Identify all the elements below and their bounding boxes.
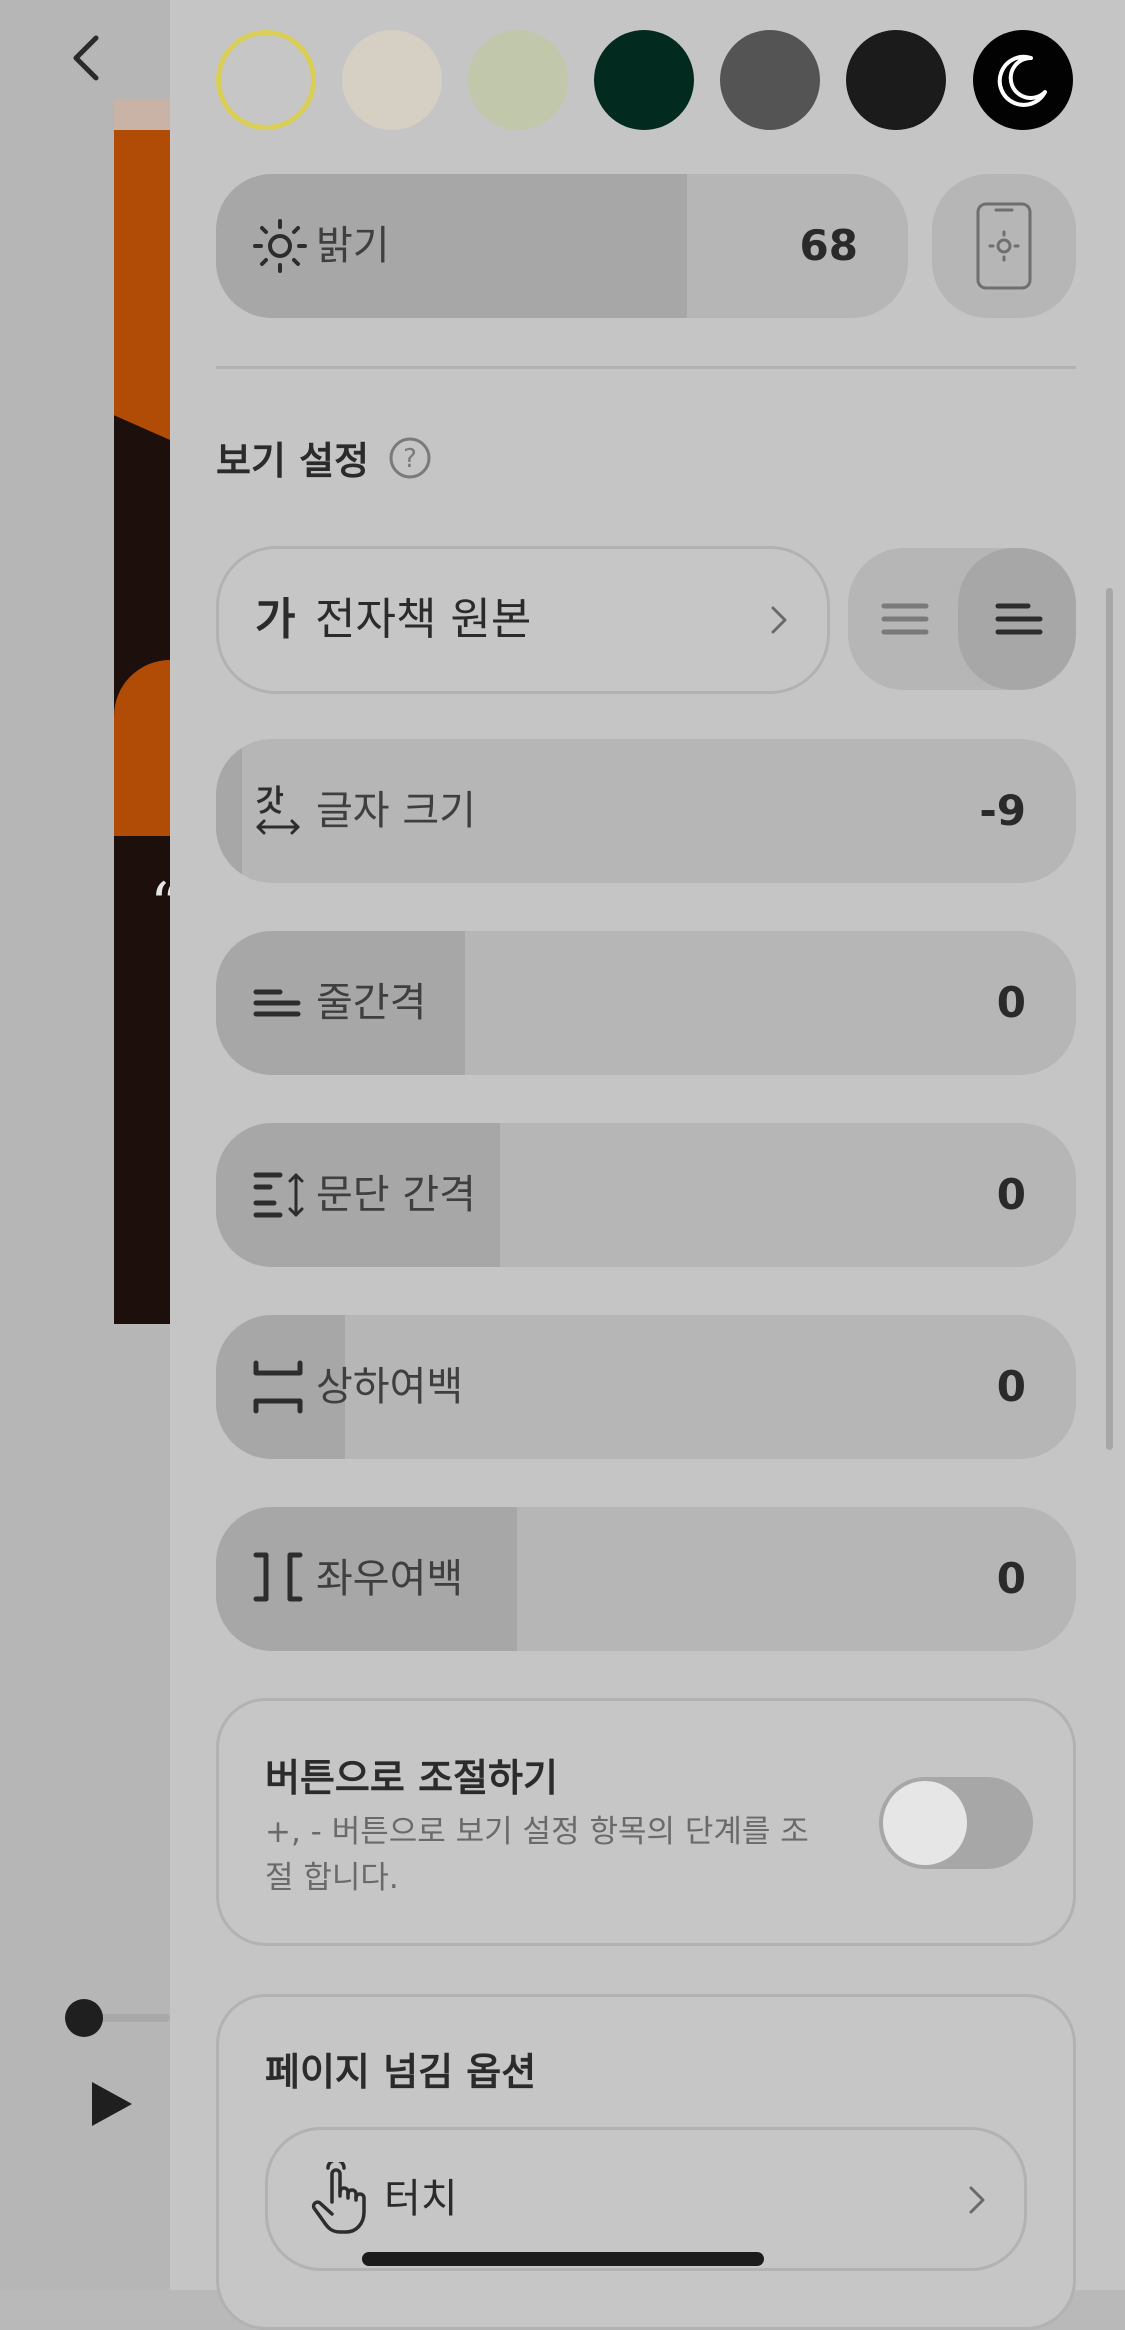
- play-icon[interactable]: [88, 2078, 136, 2130]
- switch-thumb: [883, 1781, 967, 1865]
- phone-brightness-icon: [976, 202, 1032, 290]
- font-size-label: 글자 크기: [316, 788, 476, 834]
- quote-mark: “: [150, 870, 170, 940]
- align-left-icon: [995, 603, 1043, 635]
- line-spacing-icon: [253, 989, 301, 1017]
- chevron-right-icon: [969, 2186, 985, 2214]
- font-size-slider[interactable]: 갓 글자 크기 -9: [216, 739, 1076, 883]
- horizontal-margin-slider[interactable]: 좌우여백 0: [216, 1507, 1076, 1651]
- button-control-switch[interactable]: [879, 1777, 1033, 1869]
- reading-progress-knob[interactable]: [65, 1999, 103, 2037]
- line-spacing-label: 줄간격: [316, 980, 427, 1026]
- brightness-label: 밝기: [316, 223, 390, 269]
- vertical-margin-slider[interactable]: 상하여백 0: [216, 1315, 1076, 1459]
- paragraph-spacing-value: 0: [996, 1170, 1026, 1219]
- align-left-option[interactable]: [958, 548, 1076, 690]
- page-turn-card: 페이지 넘김 옵션 터치: [216, 1994, 1076, 2330]
- book-cover-art-lower: [114, 660, 170, 836]
- vertical-margin-value: 0: [996, 1362, 1026, 1411]
- justify-option[interactable]: [848, 548, 962, 690]
- system-brightness-button[interactable]: [932, 174, 1076, 318]
- chevron-left-icon[interactable]: [60, 30, 116, 86]
- vertical-margin-icon: [253, 1360, 303, 1414]
- brightness-slider[interactable]: 밝기 68: [216, 174, 908, 318]
- justify-icon: [881, 603, 929, 635]
- theme-swatch-night[interactable]: [973, 30, 1073, 130]
- line-spacing-value: 0: [996, 978, 1026, 1027]
- theme-swatch-cream[interactable]: [342, 30, 442, 130]
- horizontal-margin-icon: [253, 1552, 303, 1602]
- sun-icon: [253, 219, 307, 273]
- page-turn-title: 페이지 넘김 옵션: [265, 2050, 537, 2094]
- button-control-card: 버튼으로 조절하기 +, - 버튼으로 보기 설정 항목의 단계를 조절 합니다…: [216, 1698, 1076, 1946]
- font-size-value: -9: [979, 786, 1026, 835]
- text-align-toggle: [848, 548, 1076, 690]
- page-turn-touch-option[interactable]: 터치: [265, 2127, 1027, 2271]
- reader-background: “: [0, 0, 170, 2290]
- theme-swatch-charcoal[interactable]: [846, 30, 946, 130]
- font-size-fill: [216, 739, 242, 883]
- section-divider: [216, 366, 1076, 369]
- button-control-description: +, - 버튼으로 보기 설정 항목의 단계를 조절 합니다.: [265, 1814, 809, 1896]
- paragraph-spacing-slider[interactable]: 문단 간격 0: [216, 1123, 1076, 1267]
- font-name: 전자책 원본: [315, 594, 532, 645]
- theme-swatch-white[interactable]: [216, 30, 316, 130]
- question-circle-icon[interactable]: ?: [388, 436, 432, 480]
- page-turn-option-label: 터치: [384, 2176, 458, 2222]
- settings-scrollbar[interactable]: [1106, 588, 1113, 1450]
- horizontal-margin-value: 0: [996, 1554, 1026, 1603]
- theme-swatch-sage[interactable]: [468, 30, 568, 130]
- font-prefix: 가: [255, 594, 296, 645]
- line-spacing-slider[interactable]: 줄간격 0: [216, 931, 1076, 1075]
- chevron-right-icon: [771, 606, 787, 634]
- moon-icon: [997, 54, 1047, 107]
- paragraph-spacing-label: 문단 간격: [316, 1172, 476, 1218]
- theme-swatch-gray[interactable]: [720, 30, 820, 130]
- touch-hand-icon: [311, 2162, 366, 2234]
- horizontal-margin-label: 좌우여백: [316, 1556, 464, 1602]
- font-size-icon: 갓: [256, 784, 300, 835]
- book-page: “: [114, 100, 170, 1324]
- view-settings-title: 보기 설정: [216, 439, 370, 483]
- button-control-title: 버튼으로 조절하기: [265, 1756, 558, 1800]
- svg-text:갓: 갓: [256, 784, 284, 819]
- vertical-margin-label: 상하여백: [316, 1364, 464, 1410]
- brightness-value: 68: [799, 221, 858, 270]
- theme-swatch-dark-green[interactable]: [594, 30, 694, 130]
- book-page-strip: [114, 100, 170, 130]
- svg-text:?: ?: [403, 444, 417, 474]
- font-select-button[interactable]: 가 전자책 원본: [216, 546, 830, 694]
- home-indicator[interactable]: [362, 2252, 764, 2266]
- paragraph-spacing-icon: [253, 1172, 304, 1218]
- book-cover-art: [114, 130, 170, 440]
